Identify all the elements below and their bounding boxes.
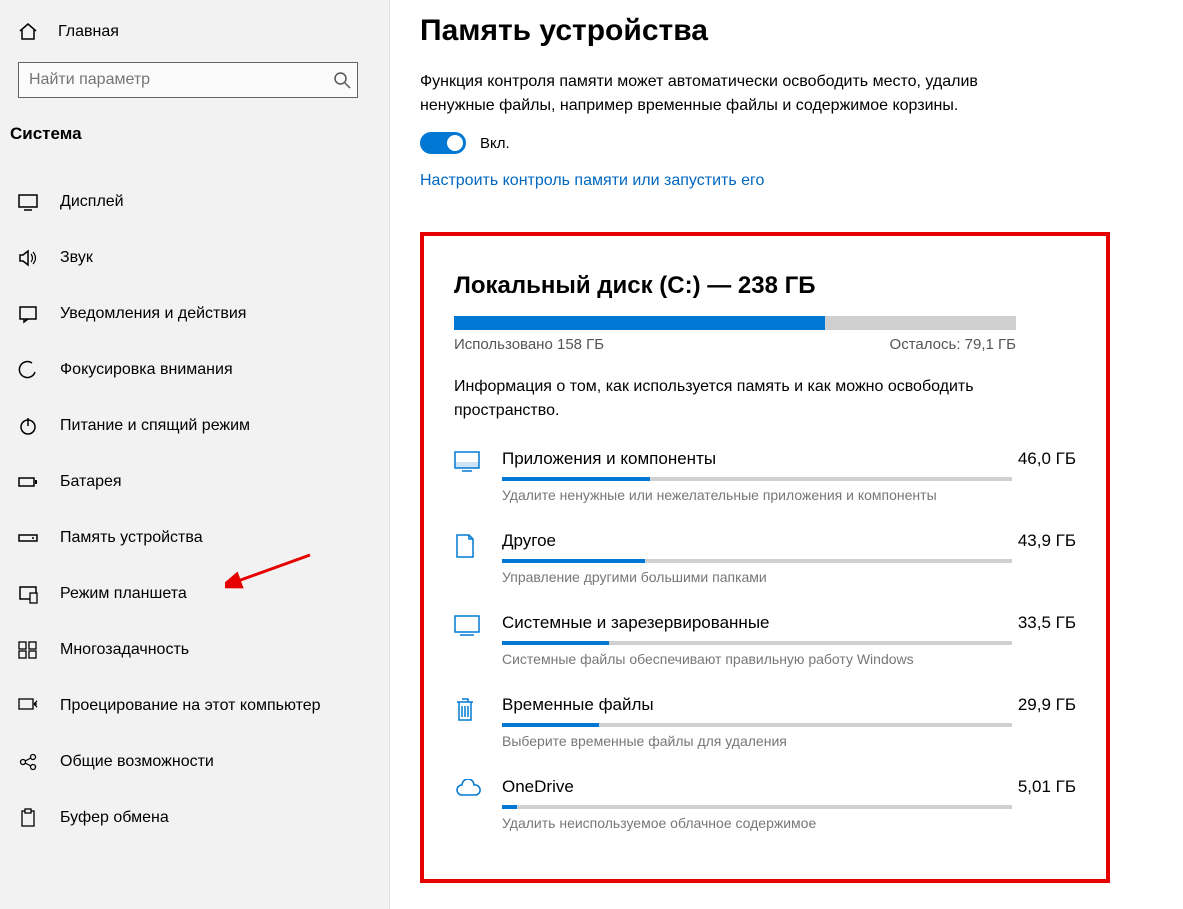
category-bar: [502, 477, 1012, 481]
home-link[interactable]: Главная: [0, 14, 389, 52]
storage-icon: [18, 528, 38, 548]
storage-sense-toggle[interactable]: [420, 132, 466, 154]
sidebar-item-label: Память устройства: [60, 529, 203, 547]
storage-sense-description: Функция контроля памяти может автоматиче…: [420, 70, 980, 118]
clipboard-icon: [18, 808, 38, 828]
category-bar: [502, 559, 1012, 563]
shared-icon: [18, 752, 38, 772]
notifications-icon: [18, 304, 38, 324]
search-input[interactable]: [18, 62, 358, 98]
sidebar-item-project[interactable]: Проецирование на этот компьютер: [0, 690, 389, 722]
sidebar-item-tablet[interactable]: Режим планшета: [0, 578, 389, 610]
sidebar-item-label: Питание и спящий режим: [60, 417, 250, 435]
system-icon: [454, 613, 502, 667]
category-size: 5,01 ГБ: [1018, 777, 1076, 797]
category-sub: Системные файлы обеспечивают правильную …: [502, 651, 1076, 667]
category-name: Приложения и компоненты: [502, 449, 716, 469]
focus-icon: [18, 360, 38, 380]
sidebar-item-label: Батарея: [60, 473, 122, 491]
sidebar-item-notifications[interactable]: Уведомления и действия: [0, 298, 389, 330]
category-name: OneDrive: [502, 777, 574, 797]
sidebar: Главная Система Дисплей Звук Уведомления…: [0, 0, 390, 909]
search-field[interactable]: [29, 71, 333, 89]
page-title: Память устройства: [420, 14, 1155, 48]
category-sub: Управление другими большими папками: [502, 569, 1076, 585]
display-icon: [18, 192, 38, 212]
sidebar-item-label: Буфер обмена: [60, 809, 169, 827]
main-content: Память устройства Функция контроля памят…: [390, 0, 1183, 909]
sidebar-item-label: Режим планшета: [60, 585, 187, 603]
sidebar-item-sound[interactable]: Звук: [0, 242, 389, 274]
category-bar: [502, 641, 1012, 645]
disk-usage-bar: [454, 316, 1016, 330]
apps-icon: [454, 449, 502, 503]
used-label: Использовано 158 ГБ: [454, 336, 604, 353]
category-other[interactable]: Другое 43,9 ГБ Управление другими большим…: [454, 531, 1076, 585]
battery-icon: [18, 472, 38, 492]
category-onedrive[interactable]: OneDrive 5,01 ГБ Удалить неиспользуемое о…: [454, 777, 1076, 831]
section-title: Система: [0, 116, 389, 158]
category-size: 46,0 ГБ: [1018, 449, 1076, 469]
trash-icon: [454, 695, 502, 749]
category-size: 29,9 ГБ: [1018, 695, 1076, 715]
sidebar-item-power[interactable]: Питание и спящий режим: [0, 410, 389, 442]
category-name: Временные файлы: [502, 695, 654, 715]
category-temp[interactable]: Временные файлы 29,9 ГБ Выберите временны…: [454, 695, 1076, 749]
toggle-label: Вкл.: [480, 135, 510, 152]
multitask-icon: [18, 640, 38, 660]
category-apps[interactable]: Приложения и компоненты 46,0 ГБ Удалите н…: [454, 449, 1076, 503]
cloud-icon: [454, 777, 502, 831]
configure-storage-sense-link[interactable]: Настроить контроль памяти или запустить …: [420, 172, 764, 190]
disk-title: Локальный диск (C:) — 238 ГБ: [454, 272, 1076, 300]
disk-panel: Локальный диск (C:) — 238 ГБ Использован…: [420, 232, 1110, 883]
category-size: 33,5 ГБ: [1018, 613, 1076, 633]
folder-icon: [454, 531, 502, 585]
category-list: Приложения и компоненты 46,0 ГБ Удалите н…: [454, 449, 1076, 831]
sidebar-item-label: Многозадачность: [60, 641, 189, 659]
disk-info-text: Информация о том, как используется памят…: [454, 375, 994, 423]
sidebar-item-storage[interactable]: Память устройства: [0, 522, 389, 554]
search-icon: [333, 71, 351, 89]
category-bar: [502, 723, 1012, 727]
sidebar-item-label: Фокусировка внимания: [60, 361, 233, 379]
free-label: Осталось: 79,1 ГБ: [890, 336, 1016, 353]
sidebar-item-label: Звук: [60, 249, 93, 267]
tablet-icon: [18, 584, 38, 604]
home-label: Главная: [58, 23, 119, 41]
category-name: Системные и зарезервированные: [502, 613, 770, 633]
sidebar-item-label: Общие возможности: [60, 753, 214, 771]
sidebar-item-multitask[interactable]: Многозадачность: [0, 634, 389, 666]
nav-list: Дисплей Звук Уведомления и действия Фоку…: [0, 186, 389, 834]
sound-icon: [18, 248, 38, 268]
sidebar-item-focus[interactable]: Фокусировка внимания: [0, 354, 389, 386]
power-icon: [18, 416, 38, 436]
category-bar: [502, 805, 1012, 809]
sidebar-item-shared[interactable]: Общие возможности: [0, 746, 389, 778]
sidebar-item-battery[interactable]: Батарея: [0, 466, 389, 498]
category-system[interactable]: Системные и зарезервированные 33,5 ГБ Сис…: [454, 613, 1076, 667]
home-icon: [18, 22, 38, 42]
sidebar-item-label: Уведомления и действия: [60, 305, 246, 323]
sidebar-item-label: Проецирование на этот компьютер: [60, 697, 321, 715]
sidebar-item-label: Дисплей: [60, 193, 124, 211]
category-name: Другое: [502, 531, 556, 551]
category-size: 43,9 ГБ: [1018, 531, 1076, 551]
category-sub: Удалить неиспользуемое облачное содержим…: [502, 815, 1076, 831]
sidebar-item-display[interactable]: Дисплей: [0, 186, 389, 218]
sidebar-item-clipboard[interactable]: Буфер обмена: [0, 802, 389, 834]
project-icon: [18, 696, 38, 716]
category-sub: Удалите ненужные или нежелательные прило…: [502, 487, 1076, 503]
storage-sense-toggle-row: Вкл.: [420, 132, 1155, 154]
category-sub: Выберите временные файлы для удаления: [502, 733, 1076, 749]
disk-usage-fill: [454, 316, 825, 330]
disk-usage-labels: Использовано 158 ГБ Осталось: 79,1 ГБ: [454, 336, 1016, 353]
